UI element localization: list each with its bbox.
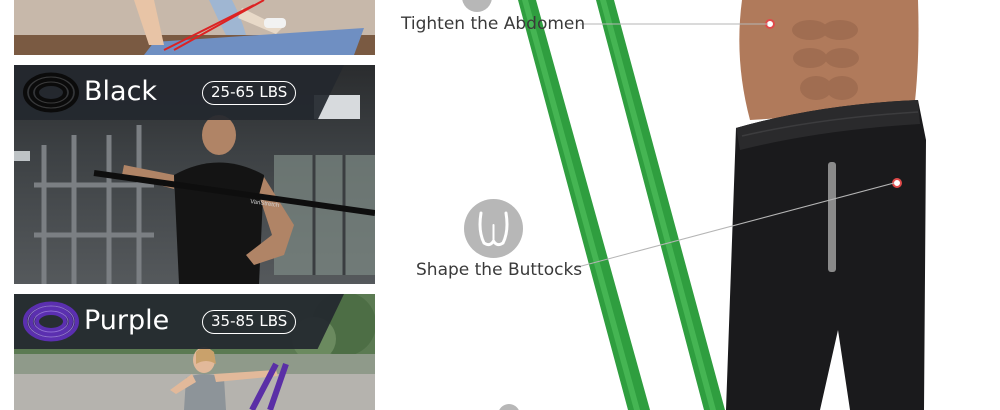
resistance-badge: 25-65 LBS — [202, 81, 297, 105]
callout-abdomen-text: Tighten the Abdomen — [401, 14, 586, 34]
black-band-coil-icon — [23, 72, 79, 113]
purple-band-coil-icon — [23, 301, 79, 342]
band-color-name: Black — [84, 76, 158, 107]
resistance-badge: 35-85 LBS — [202, 310, 297, 334]
buttocks-icon — [464, 199, 523, 258]
yoga-scene-illustration — [14, 0, 375, 55]
purple-band-panel: Purple 35-85 LBS — [14, 294, 375, 410]
black-band-label-bar: Black 25-65 LBS — [14, 65, 344, 120]
yoga-photo — [14, 0, 375, 55]
callout-leader-lines — [573, 23, 895, 269]
black-band-panel: VariStretch Black 25-65 LBS — [14, 65, 375, 284]
callout-buttocks-text: Shape the Buttocks — [416, 260, 583, 280]
band-color-name: Purple — [84, 305, 170, 336]
purple-band-label-bar: Purple 35-85 LBS — [14, 294, 344, 349]
abdomen-icon — [462, 0, 492, 12]
